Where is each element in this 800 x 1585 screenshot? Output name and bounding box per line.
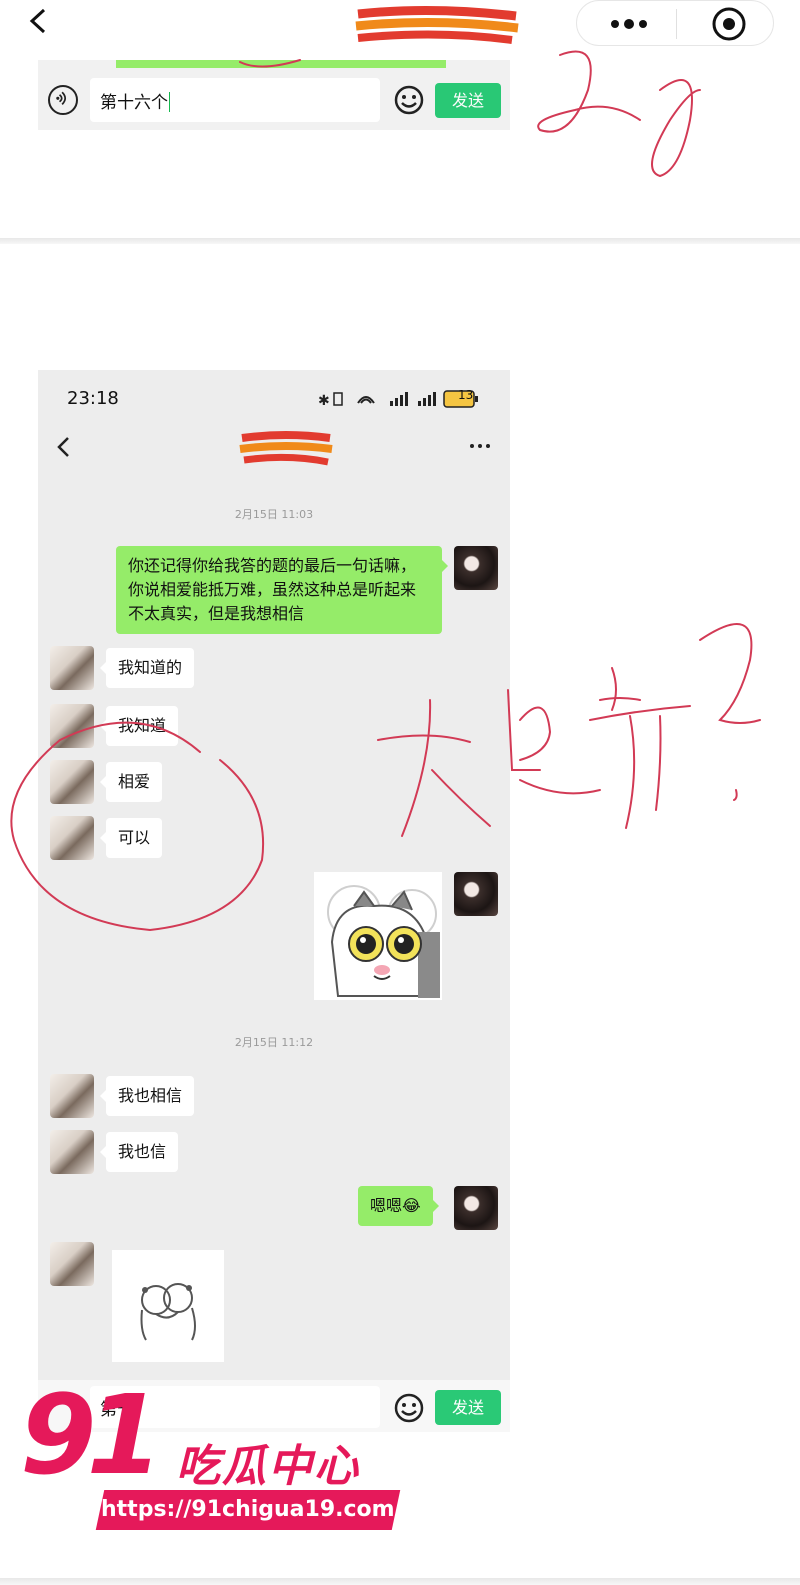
sticker-cat-crying[interactable]	[314, 872, 442, 1000]
text-caret	[169, 92, 170, 112]
message-input[interactable]: 第十六个	[90, 78, 380, 122]
timestamp: 2月15日 11:03	[234, 508, 314, 521]
chat-back-icon[interactable]	[54, 434, 74, 460]
watermark-url: https://91chigua19.com	[95, 1490, 401, 1530]
send-button[interactable]: 发送	[435, 83, 501, 118]
contact-avatar[interactable]	[50, 1130, 94, 1174]
contact-avatar[interactable]	[50, 646, 94, 690]
chat-header	[38, 426, 510, 470]
my-avatar[interactable]	[454, 872, 498, 916]
close-target-icon[interactable]	[709, 4, 749, 44]
top-nav-bar	[0, 0, 800, 62]
watermark-logo-number: 91	[20, 1371, 163, 1499]
battery-level: 13	[458, 388, 474, 402]
timestamp: 2月15日 11:12	[234, 1036, 314, 1049]
message-bubble-received[interactable]: 相爱	[99, 762, 163, 802]
contact-avatar[interactable]	[50, 816, 94, 860]
message-bubble-received[interactable]: 我也信	[99, 1132, 179, 1172]
message-bubble-sent[interactable]: 你还记得你给我答的题的最后一句话嘛，你说相爱能抵万难，虽然这种总是听起来不太真实…	[116, 546, 448, 634]
message-bubble-received[interactable]: 我知道的	[99, 648, 195, 688]
sticker-hug[interactable]	[112, 1250, 224, 1362]
more-dots-icon[interactable]	[607, 14, 651, 34]
message-bubble-received[interactable]: 我知道	[99, 706, 179, 746]
redacted-title-scribble	[355, 5, 519, 44]
contact-avatar[interactable]	[50, 1074, 94, 1118]
watermark-url-text: https://91chigua19.com	[101, 1497, 395, 1522]
section-divider	[0, 238, 800, 244]
emoji-icon[interactable]	[393, 84, 425, 116]
chat-more-icon[interactable]	[466, 436, 494, 456]
back-chevron-icon[interactable]	[24, 6, 54, 36]
voice-icon[interactable]	[48, 85, 78, 115]
watermark-logo-text: 吃瓜中心	[176, 1441, 360, 1492]
contact-avatar[interactable]	[50, 760, 94, 804]
send-button[interactable]: 发送	[435, 1390, 501, 1425]
page: 第十六个 发送 23:18 ✱ 13 2月15日 11:03 你还记得你给我答的…	[0, 0, 800, 1585]
message-bubble-sent[interactable]: 嗯嗯😂	[358, 1186, 439, 1226]
my-avatar[interactable]	[454, 546, 498, 590]
capsule-menu	[576, 0, 774, 46]
status-time: 23:18	[67, 388, 119, 409]
my-avatar[interactable]	[454, 1186, 498, 1230]
message-bubble-received[interactable]: 我也相信	[99, 1076, 195, 1116]
message-input-text: 第十六个	[100, 93, 168, 113]
message-bubble-received[interactable]: 可以	[99, 818, 163, 858]
capsule-divider	[676, 9, 677, 39]
contact-avatar[interactable]	[50, 1242, 94, 1286]
contact-avatar[interactable]	[50, 704, 94, 748]
green-bubble-edge	[116, 60, 446, 68]
chat-input-fragment: 第十六个 发送	[38, 60, 510, 130]
section-divider	[0, 1578, 800, 1585]
redacted-name-scribble	[239, 431, 333, 466]
emoji-icon[interactable]	[393, 1392, 425, 1424]
svg-text:✱: ✱	[318, 393, 330, 409]
chat-screenshot: 23:18 ✱ 13 2月15日 11:03 你还记得你给我答的题的最后一句话嘛…	[38, 370, 510, 1432]
